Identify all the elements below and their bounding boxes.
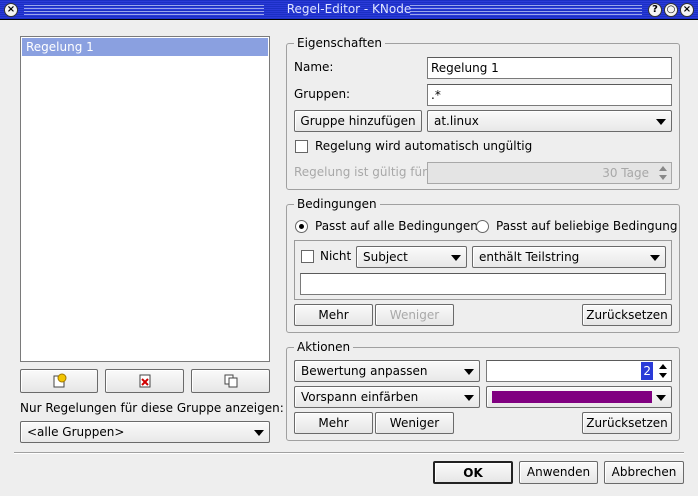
cancel-button[interactable]: Abbrechen [604, 461, 684, 484]
close-icon[interactable]: × [680, 3, 694, 17]
conditions-more-button[interactable]: Mehr [294, 304, 373, 326]
copy-rule-button[interactable] [191, 369, 270, 393]
action1-combo-value: Bewertung anpassen [301, 364, 428, 378]
properties-title: Eigenschaften [294, 36, 386, 50]
list-item[interactable]: Regelung 1 [22, 38, 268, 56]
chevron-down-icon [254, 430, 264, 436]
conditions-title: Bedingungen [294, 197, 380, 211]
expires-checkbox-label: Regelung wird automatisch ungültig [315, 139, 533, 153]
chevron-down-icon [656, 395, 666, 401]
new-rule-icon [53, 373, 67, 388]
group-filter-combo[interactable]: <alle Gruppen> [20, 421, 270, 443]
conditions-less-button: Weniger [375, 304, 454, 326]
condition-value-field[interactable] [300, 273, 666, 295]
name-field[interactable]: Regelung 1 [427, 57, 672, 79]
valid-for-spinbox[interactable]: 30 Tage [427, 162, 672, 184]
group-filter-value: <alle Gruppen> [27, 425, 125, 439]
match-type-combo[interactable]: enthält Teilstring [472, 246, 666, 268]
list-item-label: Regelung 1 [26, 40, 94, 54]
chevron-down-icon [656, 119, 666, 125]
help-icon[interactable]: ? [648, 3, 662, 17]
action2-combo-value: Vorspann einfärben [301, 390, 419, 404]
valid-for-value: 30 Tage [602, 166, 649, 180]
conditions-reset-button[interactable]: Zurücksetzen [582, 304, 672, 326]
chevron-down-icon [650, 255, 660, 261]
valid-for-label: Regelung ist gültig für: [294, 165, 431, 179]
apply-button[interactable]: Anwenden [519, 461, 598, 484]
actions-reset-button[interactable]: Zurücksetzen [582, 412, 672, 434]
title-bar: × Regel-Editor - KNode ? ○ × [0, 0, 698, 20]
match-any-label: Passt auf beliebige Bedingung [496, 219, 678, 233]
actions-more-button[interactable]: Mehr [294, 412, 373, 434]
field-combo-value: Subject [363, 250, 408, 264]
expires-checkbox[interactable] [295, 140, 308, 153]
match-all-radio[interactable] [295, 220, 308, 233]
chevron-down-icon [451, 255, 461, 261]
color-combo[interactable] [486, 386, 672, 408]
action1-combo[interactable]: Bewertung anpassen [294, 360, 480, 382]
group-combo-value: at.linux [434, 114, 479, 128]
copy-rule-icon [224, 374, 237, 388]
chevron-down-icon [464, 369, 474, 375]
add-group-button[interactable]: Gruppe hinzufügen [294, 110, 422, 132]
action2-combo[interactable]: Vorspann einfärben [294, 386, 480, 408]
delete-rule-icon [139, 374, 150, 388]
groups-label: Gruppen: [294, 87, 351, 101]
ok-button[interactable]: OK [433, 461, 513, 484]
chevron-down-icon [464, 395, 474, 401]
maximize-icon[interactable]: ○ [664, 3, 678, 17]
color-swatch [492, 391, 652, 403]
rules-list[interactable]: Regelung 1 [20, 36, 270, 362]
actions-title: Aktionen [294, 340, 354, 354]
field-combo[interactable]: Subject [356, 246, 467, 268]
not-label: Nicht [320, 249, 352, 263]
not-checkbox[interactable] [301, 250, 314, 263]
spin-arrows-icon[interactable] [656, 361, 670, 381]
name-label: Name: [294, 60, 334, 74]
match-all-label: Passt auf alle Bedingungen [315, 219, 478, 233]
group-combo[interactable]: at.linux [427, 110, 672, 132]
delete-rule-button[interactable] [105, 369, 184, 393]
score-value: 2 [641, 362, 653, 380]
group-filter-label: Nur Regelungen für diese Gruppe anzeigen… [20, 401, 284, 415]
match-type-value: enthält Teilstring [479, 250, 580, 264]
match-any-radio[interactable] [476, 220, 489, 233]
spin-arrows-icon[interactable] [656, 163, 670, 183]
actions-less-button[interactable]: Weniger [375, 412, 454, 434]
score-spinbox[interactable]: 2 [486, 360, 672, 382]
new-rule-button[interactable] [20, 369, 98, 393]
groups-field[interactable]: .* [427, 84, 672, 106]
separator [14, 452, 684, 454]
window-title: Regel-Editor - KNode [286, 2, 412, 16]
